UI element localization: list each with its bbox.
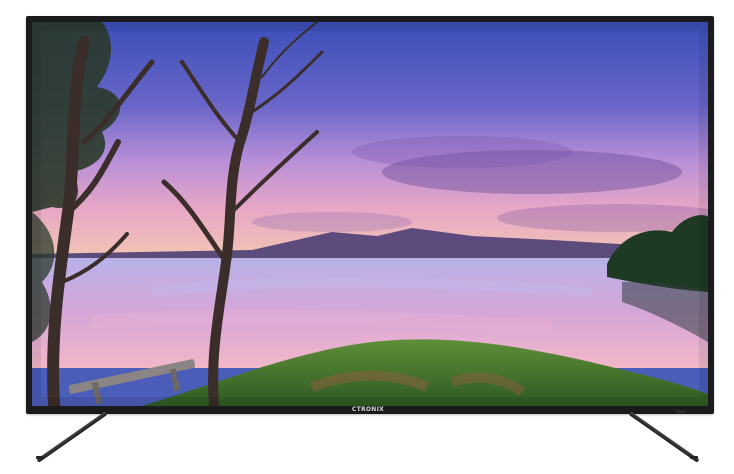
stand-right-foot bbox=[690, 456, 698, 459]
tv-screen bbox=[32, 22, 708, 406]
stand-left bbox=[36, 411, 108, 463]
screen-wallpaper bbox=[32, 22, 708, 406]
stand-right bbox=[628, 411, 700, 463]
power-indicator bbox=[676, 410, 686, 413]
product-stage: CTRONIX bbox=[0, 0, 734, 474]
stand-left-foot bbox=[36, 456, 44, 459]
brand-logo: CTRONIX bbox=[351, 406, 385, 413]
